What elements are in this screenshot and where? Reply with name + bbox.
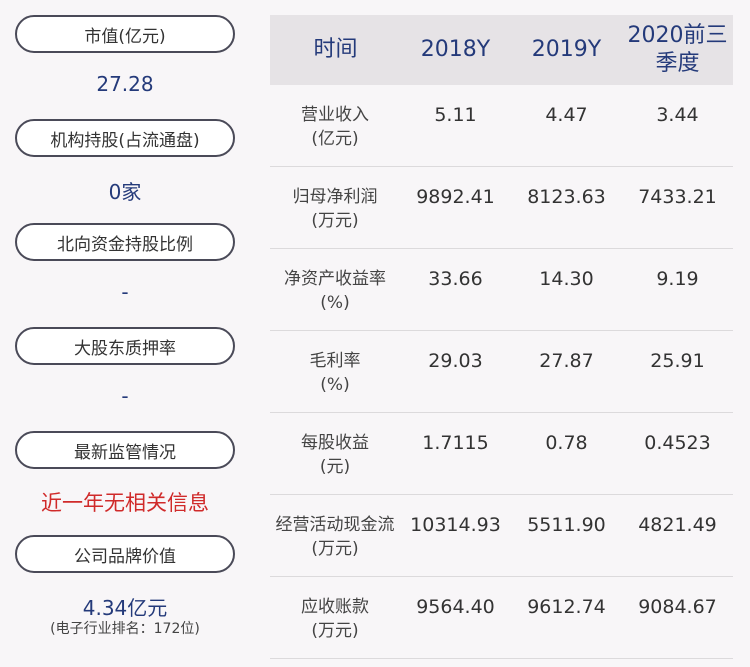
regulation-label-pill: 最新监管情况 <box>15 431 235 469</box>
regulation-value: 近一年无相关信息 <box>41 491 209 515</box>
table-header: 时间 2018Y 2019Y 2020前三季度 <box>270 15 733 85</box>
table-row: 每股收益 (元) 1.7115 0.78 0.4523 <box>270 413 733 495</box>
header-2018: 2018Y <box>420 37 491 62</box>
table-row: 净资产收益率 (%) 33.66 14.30 9.19 <box>270 249 733 331</box>
header-2019: 2019Y <box>531 37 602 62</box>
row-label: 经营活动现金流 (万元) <box>270 513 400 561</box>
row-label: 毛利率 (%) <box>270 349 400 397</box>
row-label-unit: (万元) <box>311 539 359 559</box>
row-label-unit: (亿元) <box>311 129 359 149</box>
market-value-label-pill: 市值(亿元) <box>15 15 235 53</box>
cell-2020: 4821.49 <box>638 514 717 536</box>
institution-holding-label-pill: 机构持股(占流通盘) <box>15 119 235 157</box>
row-label-unit: (万元) <box>311 211 359 231</box>
cell-2020: 3.44 <box>656 104 699 126</box>
northbound-ratio-value: - <box>121 280 129 304</box>
regulation-label: 最新监管情况 <box>74 442 176 463</box>
cell-2019: 9612.74 <box>527 596 606 618</box>
pledge-ratio-label-pill: 大股东质押率 <box>15 327 235 365</box>
financial-table: 时间 2018Y 2019Y 2020前三季度 营业收入 (亿元) 5.11 4.… <box>270 15 733 659</box>
cell-2018: 10314.93 <box>410 514 501 536</box>
cell-2019: 27.87 <box>539 350 594 372</box>
pledge-ratio-label: 大股东质押率 <box>74 338 176 359</box>
row-label: 营业收入 (亿元) <box>270 103 400 151</box>
cell-2019: 5511.90 <box>527 514 606 536</box>
cell-2018: 9892.41 <box>416 186 495 208</box>
row-label-unit: (元) <box>319 457 351 477</box>
row-label-unit: (%) <box>320 293 350 313</box>
row-label: 净资产收益率 (%) <box>270 267 400 315</box>
row-label-unit: (万元) <box>311 621 359 641</box>
table-row: 营业收入 (亿元) 5.11 4.47 3.44 <box>270 85 733 167</box>
brand-rank: (电子行业排名：172位) <box>50 621 200 637</box>
institution-holding-label: 机构持股(占流通盘) <box>50 130 200 151</box>
header-time: 时间 <box>313 37 358 62</box>
cell-2018: 5.11 <box>434 104 477 126</box>
brand-value-label: 公司品牌价值 <box>74 546 176 567</box>
table-row: 经营活动现金流 (万元) 10314.93 5511.90 4821.49 <box>270 495 733 577</box>
table-row: 毛利率 (%) 29.03 27.87 25.91 <box>270 331 733 413</box>
cell-2020: 25.91 <box>650 350 705 372</box>
cell-2018: 1.7115 <box>422 432 489 454</box>
row-label-main: 毛利率 <box>309 351 361 371</box>
cell-2019: 0.78 <box>545 432 588 454</box>
table-row: 归母净利润 (万元) 9892.41 8123.63 7433.21 <box>270 167 733 249</box>
institution-holding-value: 0家 <box>108 180 142 204</box>
row-label: 每股收益 (元) <box>270 431 400 479</box>
northbound-ratio-label-pill: 北向资金持股比例 <box>15 223 235 261</box>
northbound-ratio-label: 北向资金持股比例 <box>57 234 193 255</box>
cell-2018: 9564.40 <box>416 596 495 618</box>
row-label-main: 应收账款 <box>301 597 369 617</box>
cell-2020: 7433.21 <box>638 186 717 208</box>
market-value-label: 市值(亿元) <box>84 26 166 47</box>
row-label-main: 净资产收益率 <box>284 269 386 289</box>
brand-value: 4.34亿元 <box>82 596 168 620</box>
market-value: 27.28 <box>96 72 154 96</box>
table-row: 应收账款 (万元) 9564.40 9612.74 9084.67 <box>270 577 733 659</box>
row-label-main: 经营活动现金流 <box>275 515 395 535</box>
header-2020q3: 2020前三季度 <box>627 23 728 76</box>
cell-2020: 9.19 <box>656 268 699 290</box>
cell-2019: 4.47 <box>545 104 588 126</box>
cell-2019: 14.30 <box>539 268 594 290</box>
pledge-ratio-value: - <box>121 384 129 408</box>
row-label-unit: (%) <box>320 375 350 395</box>
cell-2019: 8123.63 <box>527 186 606 208</box>
row-label: 归母净利润 (万元) <box>270 185 400 233</box>
cell-2018: 29.03 <box>428 350 483 372</box>
row-label-main: 归母净利润 <box>292 187 378 207</box>
row-label-main: 营业收入 <box>301 105 369 125</box>
row-label-main: 每股收益 <box>301 433 369 453</box>
cell-2020: 9084.67 <box>638 596 717 618</box>
cell-2020: 0.4523 <box>644 432 711 454</box>
row-label: 应收账款 (万元) <box>270 595 400 643</box>
cell-2018: 33.66 <box>428 268 483 290</box>
brand-value-label-pill: 公司品牌价值 <box>15 535 235 573</box>
